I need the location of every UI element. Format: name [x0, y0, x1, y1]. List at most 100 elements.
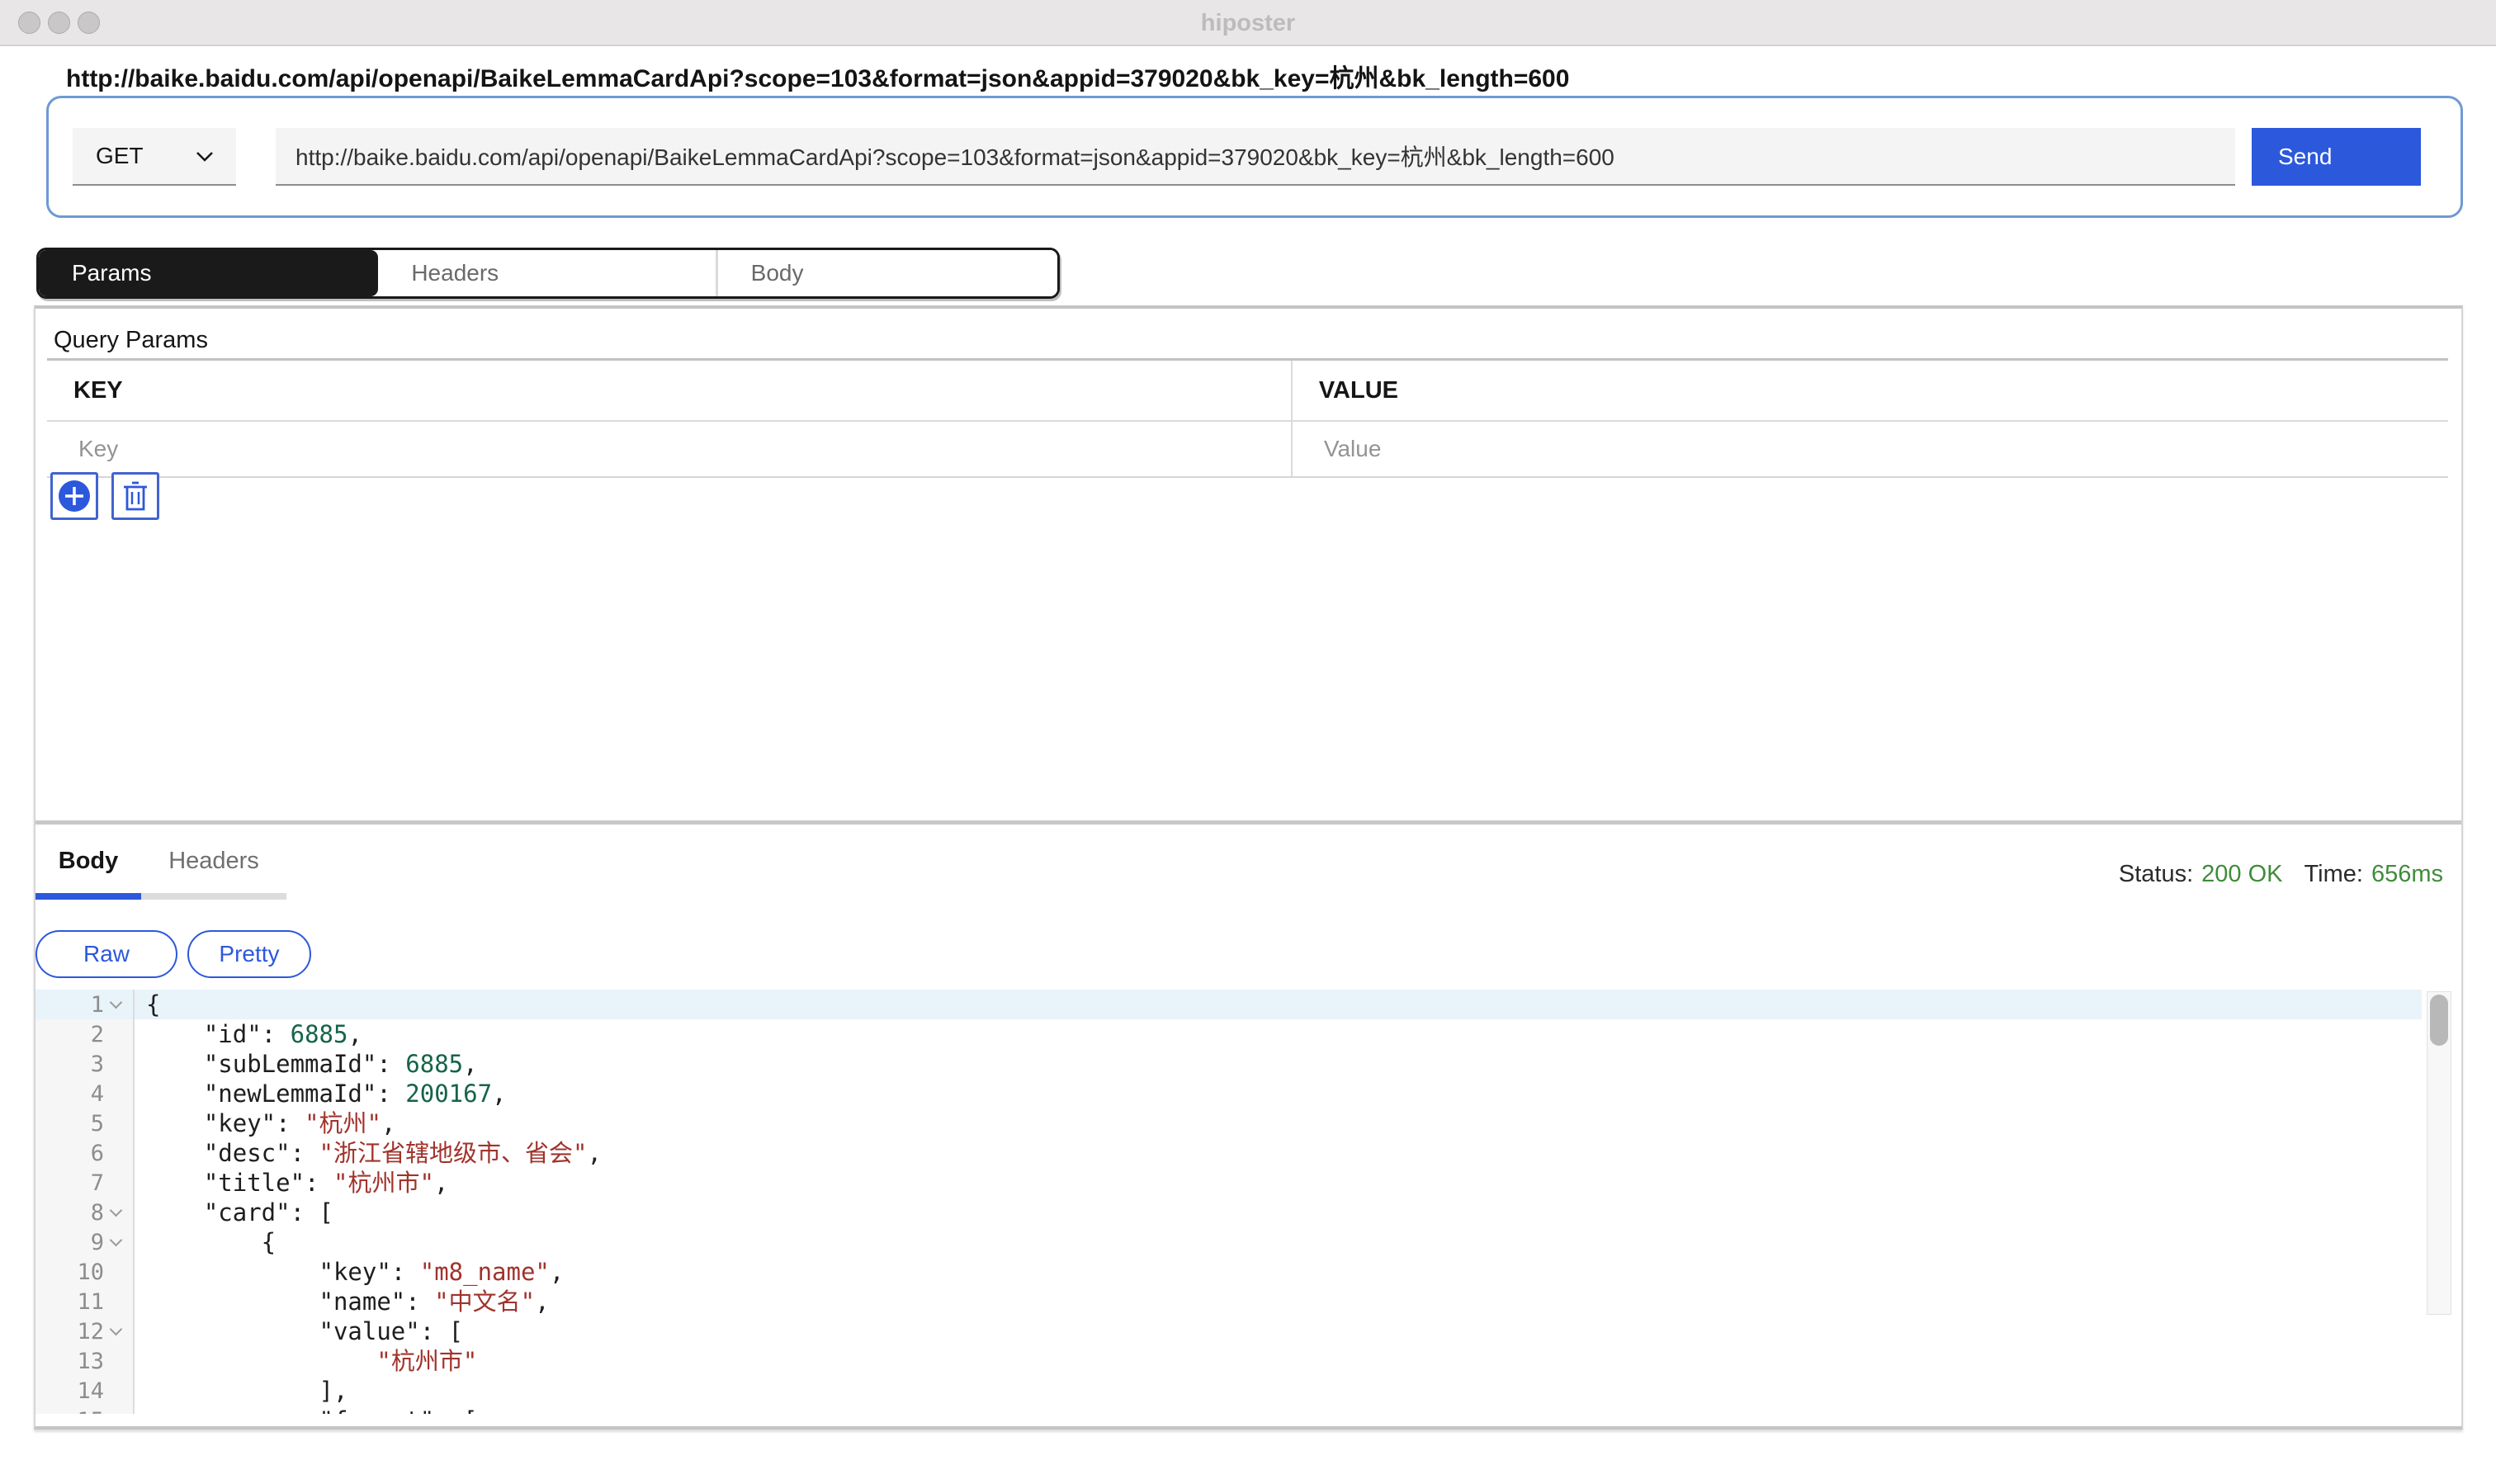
scrollbar-thumb[interactable]	[2430, 995, 2448, 1046]
key-column-header: KEY	[47, 361, 1291, 420]
code-line: 9 {	[35, 1227, 2422, 1257]
pretty-view-button[interactable]: Pretty	[187, 930, 311, 978]
code-line: 10 "key": "m8_name",	[35, 1257, 2422, 1287]
line-gutter: 9	[35, 1227, 135, 1257]
code-line: 7 "title": "杭州市",	[35, 1168, 2422, 1198]
add-param-button[interactable]	[50, 472, 98, 520]
code-text: ],	[135, 1376, 2422, 1406]
line-number: 15	[77, 1408, 104, 1415]
raw-view-button[interactable]: Raw	[35, 930, 177, 978]
code-line: 11 "name": "中文名",	[35, 1287, 2422, 1316]
line-gutter: 10	[35, 1257, 135, 1287]
method-value: GET	[96, 143, 144, 169]
code-text: {	[135, 990, 2422, 1019]
code-text: "id": 6885,	[135, 1019, 2422, 1049]
line-number: 9	[91, 1230, 104, 1255]
code-text: "card": [	[135, 1198, 2422, 1227]
delete-param-button[interactable]	[111, 472, 159, 520]
line-gutter: 14	[35, 1376, 135, 1406]
fold-toggle[interactable]	[108, 997, 123, 1012]
line-gutter: 13	[35, 1346, 135, 1376]
code-text: {	[135, 1227, 2422, 1257]
code-text: "title": "杭州市",	[135, 1168, 2422, 1198]
param-value-input[interactable]	[1293, 422, 2448, 476]
trash-icon	[121, 480, 149, 512]
response-tab-headers[interactable]: Headers	[141, 848, 286, 900]
line-gutter: 12	[35, 1316, 135, 1346]
param-row-actions	[50, 472, 159, 520]
window-title: hiposter	[0, 0, 2496, 46]
value-column-header: VALUE	[1291, 361, 2448, 420]
fold-slot-empty	[108, 1056, 123, 1071]
line-number: 2	[91, 1022, 104, 1047]
send-button[interactable]: Send	[2252, 128, 2421, 186]
code-line: 12 "value": [	[35, 1316, 2422, 1346]
response-tab-body[interactable]: Body	[35, 848, 141, 900]
fold-toggle[interactable]	[108, 1205, 123, 1220]
request-tab-headers[interactable]: Headers	[378, 250, 717, 296]
fold-slot-empty	[108, 1354, 123, 1368]
line-number: 6	[91, 1141, 104, 1166]
code-line: 3 "subLemmaId": 6885,	[35, 1049, 2422, 1079]
content-panel: Query Params KEY VALUE	[34, 305, 2463, 1430]
chevron-down-icon	[109, 1233, 122, 1246]
fold-slot-empty	[108, 1175, 123, 1190]
chevron-down-icon	[109, 1322, 122, 1335]
code-line: 15 "format": [	[35, 1406, 2422, 1414]
method-select[interactable]: GET	[73, 128, 236, 186]
response-view-buttons: RawPretty	[35, 930, 311, 978]
fold-slot-empty	[108, 1086, 123, 1101]
request-tab-params[interactable]: Params	[39, 250, 378, 296]
line-gutter: 11	[35, 1287, 135, 1316]
line-gutter: 6	[35, 1138, 135, 1168]
app-window: hiposter http://baike.baidu.com/api/open…	[0, 0, 2496, 1484]
code-text: "杭州市"	[135, 1346, 2422, 1376]
fold-slot-empty	[108, 1116, 123, 1131]
code-line: 5 "key": "杭州",	[35, 1108, 2422, 1138]
line-number: 5	[91, 1111, 104, 1137]
request-bar: GET Send	[46, 96, 2463, 218]
fold-toggle[interactable]	[108, 1235, 123, 1250]
line-number: 7	[91, 1170, 104, 1196]
query-params-input-row	[47, 422, 2448, 478]
line-gutter: 7	[35, 1168, 135, 1198]
response-body-editor[interactable]: 1{ 2 "id": 6885,3 "subLemmaId": 6885,4 "n…	[35, 990, 2461, 1414]
line-number: 3	[91, 1052, 104, 1077]
time-label: Time:	[2305, 861, 2363, 887]
plus-circle-icon	[57, 479, 92, 513]
line-number: 8	[91, 1200, 104, 1226]
line-number: 14	[77, 1378, 104, 1404]
editor-scrollbar[interactable]	[2427, 991, 2451, 1315]
code-line: 13 "杭州市"	[35, 1346, 2422, 1376]
code-line: 4 "newLemmaId": 200167,	[35, 1079, 2422, 1108]
response-status: Status:200 OKTime:656ms	[2119, 861, 2443, 888]
code-text: "key": "杭州",	[135, 1108, 2422, 1138]
code-line: 6 "desc": "浙江省辖地级市、省会",	[35, 1138, 2422, 1168]
code-text: "key": "m8_name",	[135, 1257, 2422, 1287]
code-text: "value": [	[135, 1316, 2422, 1346]
code-line: 1{	[35, 990, 2422, 1019]
response-pane: BodyHeaders Status:200 OKTime:656ms RawP…	[35, 825, 2461, 1426]
line-number: 10	[77, 1260, 104, 1285]
chevron-down-icon	[109, 1203, 122, 1217]
window-titlebar: hiposter	[0, 0, 2496, 46]
url-input[interactable]	[276, 128, 2235, 186]
code-text: "name": "中文名",	[135, 1287, 2422, 1316]
line-number: 13	[77, 1349, 104, 1374]
code-text: "newLemmaId": 200167,	[135, 1079, 2422, 1108]
time-value: 656ms	[2371, 861, 2443, 887]
line-gutter: 4	[35, 1079, 135, 1108]
fold-toggle[interactable]	[108, 1324, 123, 1339]
request-tab-body[interactable]: Body	[718, 250, 1057, 296]
chevron-down-icon	[195, 149, 215, 163]
code-line: 8 "card": [	[35, 1198, 2422, 1227]
line-number: 11	[77, 1289, 104, 1315]
fold-slot-empty	[108, 1294, 123, 1309]
code-text: "desc": "浙江省辖地级市、省会",	[135, 1138, 2422, 1168]
query-params-header-row: KEY VALUE	[47, 361, 2448, 422]
line-gutter: 2	[35, 1019, 135, 1049]
code-text: "format": [	[135, 1406, 2422, 1414]
line-number: 12	[77, 1319, 104, 1345]
param-key-input[interactable]	[47, 422, 1291, 476]
chevron-down-icon	[109, 995, 122, 1009]
